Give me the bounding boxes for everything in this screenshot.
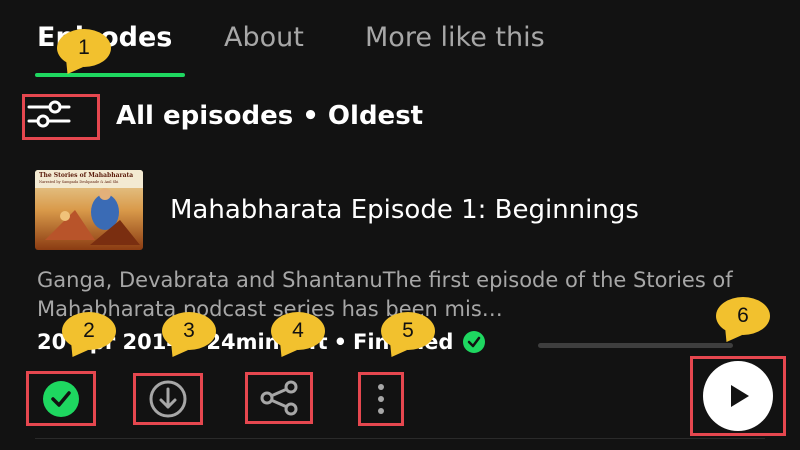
episode-progress-bar (538, 343, 733, 348)
meta-separator: • (333, 330, 347, 354)
download-button[interactable] (133, 373, 203, 425)
more-options-button[interactable] (358, 372, 404, 426)
share-icon (260, 380, 298, 416)
thumbnail-title: The Stories of Mahabharata (39, 172, 134, 179)
finished-check-icon (463, 331, 486, 353)
annotation-bubble: 1 (57, 29, 111, 67)
check-circle-icon (43, 380, 79, 417)
filter-label[interactable]: All episodes • Oldest (116, 101, 423, 131)
annotation-bubble: 5 (381, 312, 435, 350)
filter-sliders-icon (27, 100, 71, 128)
more-vertical-icon (378, 384, 384, 414)
play-icon (731, 385, 749, 407)
play-button[interactable] (690, 356, 786, 436)
mark-played-button[interactable] (26, 371, 96, 426)
tab-about[interactable]: About (224, 22, 304, 53)
download-icon (149, 380, 187, 418)
annotation-bubble: 4 (271, 312, 325, 350)
play-circle (703, 361, 773, 431)
annotation-bubble: 2 (62, 312, 116, 350)
episode-thumbnail[interactable]: The Stories of Mahabharata Narrated by S… (35, 170, 143, 250)
annotation-bubble: 6 (716, 297, 770, 335)
filter-button[interactable] (22, 94, 100, 140)
share-button[interactable] (245, 372, 313, 424)
episode-divider (35, 438, 765, 439)
tab-more-like-this[interactable]: More like this (365, 22, 545, 53)
thumbnail-subtitle: Narrated by Sampada Deshpande & Anil Shi (39, 180, 119, 184)
active-tab-indicator (35, 73, 185, 77)
episode-title[interactable]: Mahabharata Episode 1: Beginnings (170, 195, 639, 225)
annotation-bubble: 3 (162, 312, 216, 350)
